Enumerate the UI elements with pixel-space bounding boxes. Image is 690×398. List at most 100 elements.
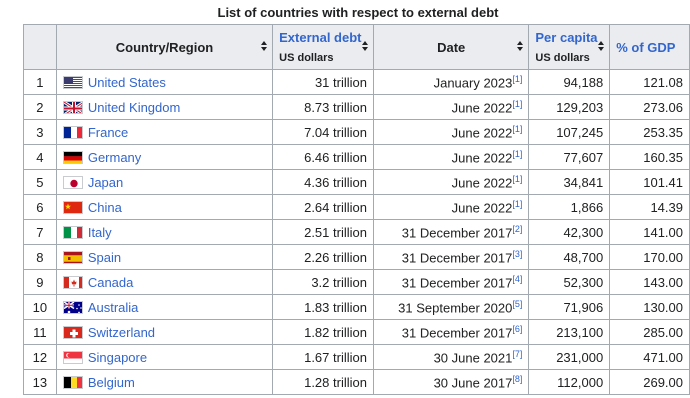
reference-link[interactable]: [1] [512,99,522,109]
country-link[interactable]: Spain [88,250,121,265]
gdp-cell: 143.00 [609,269,690,295]
reference-link[interactable]: [4] [512,274,522,284]
country-link[interactable]: China [88,200,122,215]
reference-link[interactable]: [1] [512,149,522,159]
country-header[interactable]: Country/Region [55,24,274,70]
country-link[interactable]: Switzerland [88,325,155,340]
country-link[interactable]: Australia [88,300,139,315]
date-text: 31 December 2017 [401,250,513,266]
header-row: Country/Region External debt US dollars … [23,24,690,70]
country-cell: United Kingdom [55,94,274,120]
per-capita-link[interactable]: Per capita [535,30,603,45]
flag-de-icon [62,150,83,164]
country-cell: Belgium [55,369,274,395]
date-text: 31 December 2017 [401,225,513,241]
country-link[interactable]: United States [88,75,166,90]
table-row: 4 Germany 6.46 trillion June 2022[1] 77,607 1… [23,144,690,170]
rank-cell: 13 [23,369,57,395]
country-link[interactable]: United Kingdom [88,100,181,115]
rank-cell: 6 [23,194,57,220]
per-capita-cell: 1,866 [528,194,611,220]
external-debt-unit: US dollars [279,52,334,64]
flag-es-icon [62,250,83,264]
rank-cell: 10 [23,294,57,320]
reference-link[interactable]: [1] [512,174,522,184]
table-row: 9 Canada 3.2 trillion 31 December 2017[4] 52… [23,269,690,295]
gdp-cell: 269.00 [609,369,690,395]
rank-cell: 1 [23,69,57,95]
table-row: 8 Spain 2.26 trillion 31 December 2017[3] 48… [23,244,690,270]
flag-au-icon [62,300,83,314]
rank-cell: 7 [23,219,57,245]
table-row: 7 Italy 2.51 trillion 31 December 2017[2] 42… [23,219,690,245]
country-link[interactable]: Germany [88,150,141,165]
per-capita-header[interactable]: Per capita US dollars [528,24,611,70]
flag-sg-icon [62,350,83,364]
external-debt-link[interactable]: External debt [279,30,367,45]
country-link[interactable]: Italy [88,225,112,240]
external-debt-cell: 2.26 trillion [272,244,374,270]
country-link[interactable]: France [88,125,128,140]
reference-link[interactable]: [1] [512,124,522,134]
reference-link[interactable]: [6] [512,324,522,334]
date-cell: 30 June 2017[8] [372,369,530,395]
per-capita-unit: US dollars [535,52,590,64]
rank-cell: 3 [23,119,57,145]
external-debt-cell: 3.2 trillion [272,269,374,295]
date-text: June 2022 [451,150,513,166]
flag-ch-icon [62,325,83,339]
table-row: 5 Japan 4.36 trillion June 2022[1] 34,841 101… [23,169,690,195]
external-debt-cell: 1.83 trillion [272,294,374,320]
country-link[interactable]: Singapore [88,350,147,365]
table-row: 2 United Kingdom 8.73 trillion June 2022[1]… [23,94,690,120]
gdp-cell: 253.35 [609,119,690,145]
rank-cell: 4 [23,144,57,170]
external-debt-cell: 8.73 trillion [272,94,374,120]
date-cell: 31 September 2020[5] [372,294,530,320]
per-capita-cell: 48,700 [528,244,611,270]
external-debt-cell: 31 trillion [272,69,374,95]
reference-link[interactable]: [5] [512,299,522,309]
external-debt-header[interactable]: External debt US dollars [272,24,374,70]
reference-link[interactable]: [2] [512,224,522,234]
reference-link[interactable]: [1] [512,199,522,209]
per-capita-cell: 34,841 [528,169,611,195]
gdp-header[interactable]: % of GDP [609,24,690,70]
reference-link[interactable]: [8] [512,374,522,384]
per-capita-cell: 94,188 [528,69,611,95]
rank-cell: 9 [23,269,57,295]
country-cell: Switzerland [55,319,274,345]
country-cell: Germany [55,144,274,170]
date-header[interactable]: Date [372,24,530,70]
gdp-cell: 160.35 [609,144,690,170]
sort-icon[interactable] [517,41,524,53]
table-row: 10 Australia 1.83 trillion 31 September 202… [23,294,690,320]
external-debt-cell: 2.64 trillion [272,194,374,220]
per-capita-cell: 231,000 [528,344,611,370]
table-caption: List of countries with respect to extern… [217,5,499,20]
gdp-cell: 14.39 [609,194,690,220]
gdp-link[interactable]: % of GDP [616,40,675,55]
rank-cell: 11 [23,319,57,345]
external-debt-cell: 2.51 trillion [272,219,374,245]
date-cell: 31 December 2017[3] [372,244,530,270]
date-text: 30 June 2017 [433,375,513,391]
gdp-cell: 141.00 [609,219,690,245]
gdp-cell: 130.00 [609,294,690,320]
country-link[interactable]: Japan [88,175,123,190]
date-text: 31 December 2017 [401,325,513,341]
reference-link[interactable]: [1] [512,74,522,84]
per-capita-cell: 107,245 [528,119,611,145]
date-text: June 2022 [451,100,513,116]
reference-link[interactable]: [3] [512,249,522,259]
sort-icon[interactable] [598,41,605,53]
country-link[interactable]: Canada [88,275,134,290]
reference-link[interactable]: [7] [512,349,522,359]
external-debt-cell: 1.28 trillion [272,369,374,395]
sort-icon[interactable] [361,41,368,53]
sort-icon[interactable] [261,41,268,53]
table-row: 1 United States 31 trillion January 2023[1]… [23,69,690,95]
external-debt-cell: 6.46 trillion [272,144,374,170]
country-link[interactable]: Belgium [88,375,135,390]
country-cell: Australia [55,294,274,320]
